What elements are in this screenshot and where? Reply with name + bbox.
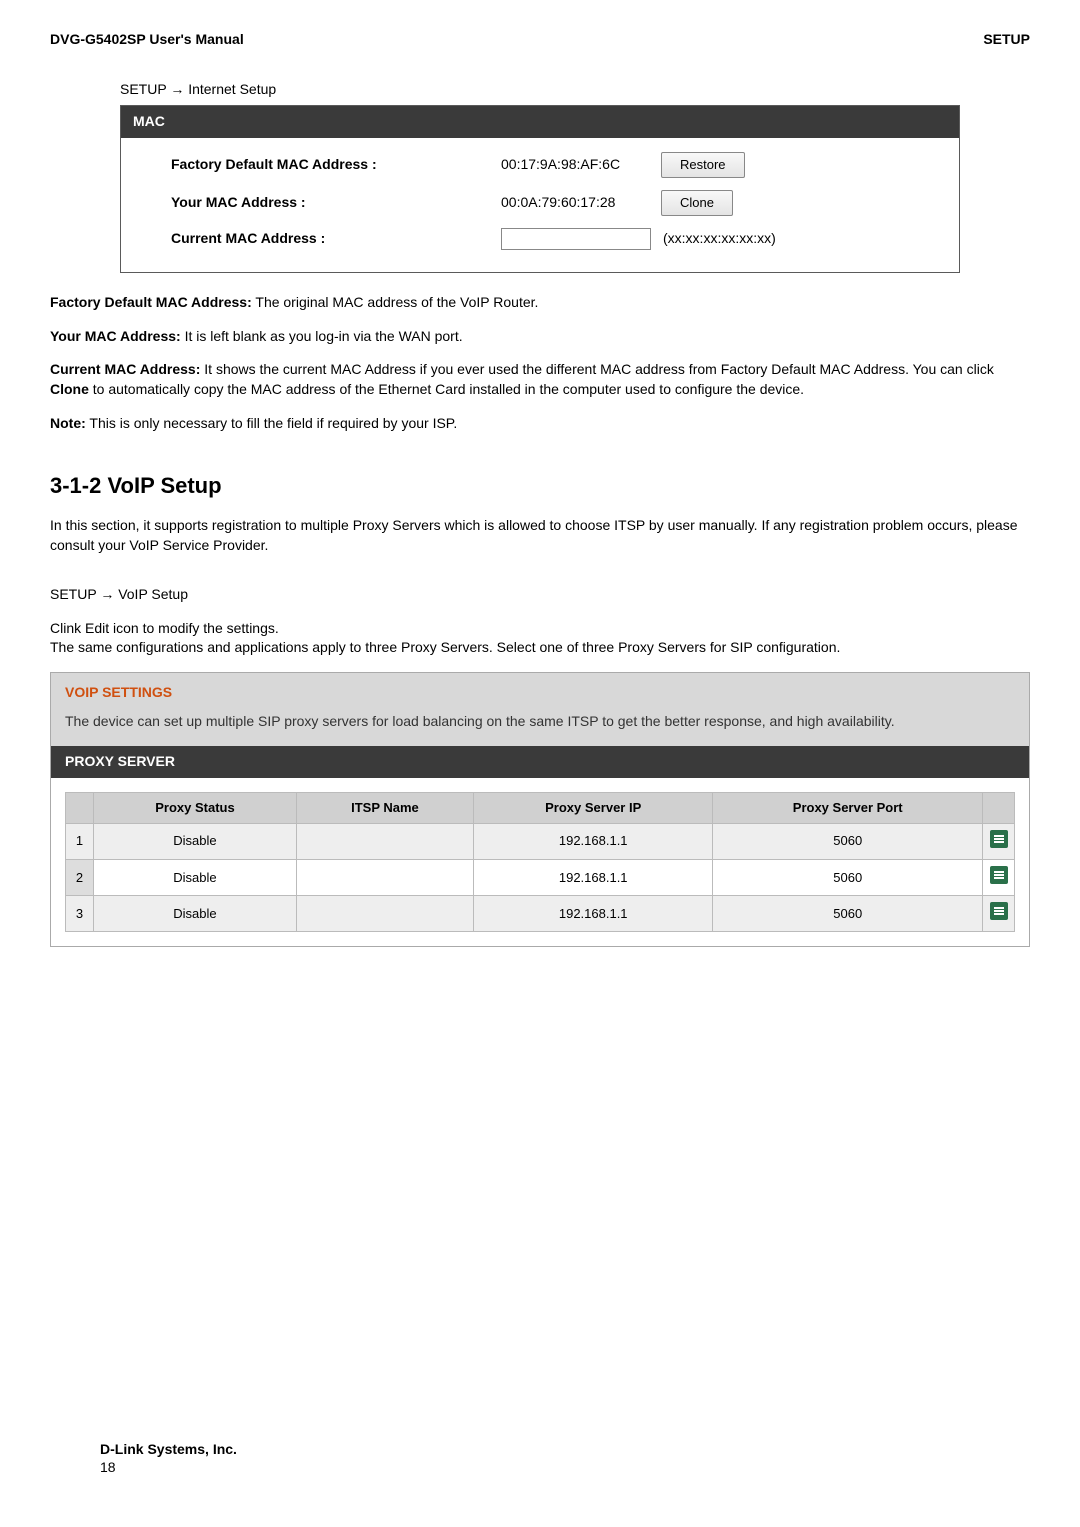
- breadcrumb-internet-setup: SETUP → Internet Setup: [120, 80, 1030, 100]
- clone-button[interactable]: Clone: [661, 190, 733, 216]
- page-number: 18: [100, 1458, 116, 1478]
- row-port: 5060: [713, 860, 983, 896]
- row-status: Disable: [94, 896, 297, 932]
- mac-label-current: Current MAC Address :: [171, 229, 501, 249]
- mac-value-your: 00:0A:79:60:17:28: [501, 193, 661, 213]
- section-tag: SETUP: [983, 30, 1030, 50]
- mac-row-factory: Factory Default MAC Address : 00:17:9A:9…: [171, 152, 939, 178]
- breadcrumb-voip-setup: SETUP → VoIP Setup: [50, 585, 1030, 605]
- mac-format-hint: (xx:xx:xx:xx:xx:xx): [663, 229, 776, 249]
- para-current-mac-tail: to automatically copy the MAC address of…: [89, 381, 804, 397]
- voip-settings-panel: VOIP SETTINGS The device can set up mult…: [50, 672, 1030, 948]
- table-row: 2 Disable 192.168.1.1 5060: [66, 860, 1015, 896]
- manual-title: DVG-G5402SP User's Manual: [50, 30, 244, 50]
- table-row: 3 Disable 192.168.1.1 5060: [66, 896, 1015, 932]
- row-itsp: [296, 896, 473, 932]
- edit-hint-line1: Clink Edit icon to modify the settings.: [50, 619, 1030, 639]
- table-row: 1 Disable 192.168.1.1 5060: [66, 823, 1015, 859]
- row-status: Disable: [94, 823, 297, 859]
- row-index: 3: [66, 896, 94, 932]
- col-proxy-status: Proxy Status: [94, 792, 297, 823]
- row-edit-cell: [983, 823, 1015, 859]
- edit-icon[interactable]: [990, 902, 1008, 920]
- row-ip: 192.168.1.1: [473, 823, 712, 859]
- mac-panel: MAC Factory Default MAC Address : 00:17:…: [120, 105, 960, 273]
- proxy-table-header: Proxy Status ITSP Name Proxy Server IP P…: [66, 792, 1015, 823]
- proxy-server-title: PROXY SERVER: [51, 746, 1029, 778]
- edit-icon[interactable]: [990, 866, 1008, 884]
- row-port: 5060: [713, 823, 983, 859]
- row-itsp: [296, 860, 473, 896]
- row-index: 1: [66, 823, 94, 859]
- row-itsp: [296, 823, 473, 859]
- para-factory-mac: Factory Default MAC Address: The origina…: [50, 293, 1030, 313]
- footer-company: D-Link Systems, Inc.: [100, 1440, 237, 1460]
- para-note-rest: This is only necessary to fill the field…: [86, 415, 457, 431]
- row-edit-cell: [983, 896, 1015, 932]
- col-proxy-server-port: Proxy Server Port: [713, 792, 983, 823]
- para-note-strong: Note:: [50, 415, 86, 431]
- para-current-mac-strong: Current MAC Address:: [50, 361, 200, 377]
- edit-icon[interactable]: [990, 830, 1008, 848]
- page-header: DVG-G5402SP User's Manual SETUP: [50, 30, 1030, 50]
- row-status: Disable: [94, 860, 297, 896]
- row-index: 2: [66, 860, 94, 896]
- para-current-mac-clone: Clone: [50, 381, 89, 397]
- para-factory-mac-strong: Factory Default MAC Address:: [50, 294, 252, 310]
- para-factory-mac-rest: The original MAC address of the VoIP Rou…: [252, 294, 539, 310]
- voip-setup-desc: In this section, it supports registratio…: [50, 516, 1030, 555]
- mac-value-factory: 00:17:9A:98:AF:6C: [501, 155, 661, 175]
- col-itsp-name: ITSP Name: [296, 792, 473, 823]
- row-ip: 192.168.1.1: [473, 896, 712, 932]
- current-mac-input[interactable]: [501, 228, 651, 250]
- col-blank-right: [983, 792, 1015, 823]
- mac-panel-title: MAC: [121, 106, 959, 138]
- row-ip: 192.168.1.1: [473, 860, 712, 896]
- para-your-mac-strong: Your MAC Address:: [50, 328, 181, 344]
- row-edit-cell: [983, 860, 1015, 896]
- mac-row-your: Your MAC Address : 00:0A:79:60:17:28 Clo…: [171, 190, 939, 216]
- para-current-mac-rest: It shows the current MAC Address if you …: [200, 361, 993, 377]
- voip-settings-desc: The device can set up multiple SIP proxy…: [51, 712, 1029, 746]
- col-blank-left: [66, 792, 94, 823]
- para-current-mac: Current MAC Address: It shows the curren…: [50, 360, 1030, 399]
- voip-settings-title: VOIP SETTINGS: [51, 673, 1029, 713]
- row-port: 5060: [713, 896, 983, 932]
- proxy-server-table: Proxy Status ITSP Name Proxy Server IP P…: [65, 792, 1015, 933]
- col-proxy-server-ip: Proxy Server IP: [473, 792, 712, 823]
- mac-label-factory: Factory Default MAC Address :: [171, 155, 501, 175]
- mac-row-current: Current MAC Address : (xx:xx:xx:xx:xx:xx…: [171, 228, 939, 250]
- para-note: Note: This is only necessary to fill the…: [50, 414, 1030, 434]
- para-your-mac: Your MAC Address: It is left blank as yo…: [50, 327, 1030, 347]
- restore-button[interactable]: Restore: [661, 152, 745, 178]
- voip-setup-heading: 3-1-2 VoIP Setup: [50, 471, 1030, 502]
- mac-label-your: Your MAC Address :: [171, 193, 501, 213]
- para-your-mac-rest: It is left blank as you log-in via the W…: [181, 328, 463, 344]
- edit-hint-line2: The same configurations and applications…: [50, 638, 1030, 658]
